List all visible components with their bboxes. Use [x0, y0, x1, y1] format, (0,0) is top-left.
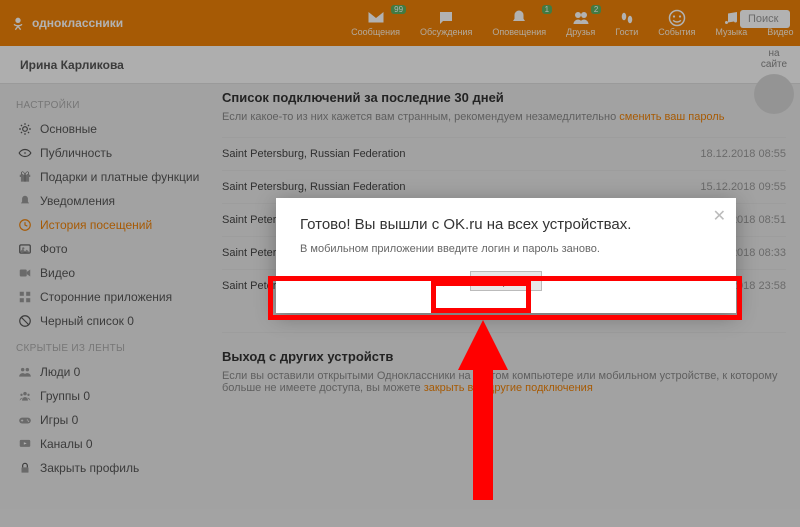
ban-icon [18, 314, 32, 328]
connections-hint: Если какое-то из них кажется вам странны… [222, 111, 786, 123]
message-icon [367, 9, 385, 27]
friends-icon [572, 9, 590, 27]
sidebar-item-label: Подарки и платные функции [40, 170, 199, 184]
sidebar-item-ban[interactable]: Черный список 0 [14, 309, 204, 333]
group-icon [18, 389, 32, 403]
sidebar-item-lock[interactable]: Закрыть профиль [14, 456, 204, 480]
badge: 99 [391, 5, 406, 14]
sidebar-heading-hidden: СКРЫТЫЕ ИЗ ЛЕНТЫ [16, 343, 204, 354]
topbar: одноклассники 99Сообщения Обсуждения 1Оп… [0, 0, 800, 46]
sidebar-item-group[interactable]: Группы 0 [14, 384, 204, 408]
app-icon [18, 290, 32, 304]
nav-discuss[interactable]: Обсуждения [420, 9, 472, 37]
nav-icons: 99Сообщения Обсуждения 1Оповещения 2Друз… [351, 9, 793, 37]
photo-icon [18, 242, 32, 256]
nav-notif[interactable]: 1Оповещения [492, 9, 546, 37]
sidebar-item-label: Основные [40, 122, 97, 136]
submenu: Ирина Карликова [0, 46, 800, 84]
avatar[interactable] [754, 74, 794, 114]
sidebar-item-label: Видео [40, 266, 75, 280]
sidebar-item-bell[interactable]: Уведомления [14, 189, 204, 213]
sidebar-item-label: Сторонние приложения [40, 290, 172, 304]
session-row: Saint Petersburg, Russian Federation 18.1… [222, 137, 786, 170]
sidebar-item-video[interactable]: Видео [14, 261, 204, 285]
sidebar-item-game[interactable]: Игры 0 [14, 408, 204, 432]
sidebar-item-label: Люди 0 [40, 365, 80, 379]
close-icon[interactable]: ✕ [713, 206, 726, 226]
history-icon [18, 218, 32, 232]
lock-icon [18, 461, 32, 475]
modal-title: Готово! Вы вышли с OK.ru на всех устройс… [300, 216, 712, 233]
sidebar-item-label: Закрыть профиль [40, 461, 139, 475]
bell-icon [18, 194, 32, 208]
connections-title: Список подключений за последние 30 дней [222, 90, 786, 105]
brand[interactable]: одноклассники [10, 15, 123, 31]
brand-label: одноклассники [32, 16, 123, 30]
sidebar-item-label: Публичность [40, 146, 112, 160]
sidebar-item-gift[interactable]: Подарки и платные функции [14, 165, 204, 189]
footprints-icon [618, 9, 636, 27]
right-label: на сайте [754, 48, 794, 70]
sidebar-item-label: Группы 0 [40, 389, 90, 403]
sidebar-item-app[interactable]: Сторонние приложения [14, 285, 204, 309]
channel-icon [18, 437, 32, 451]
session-timestamp: 18.12.2018 08:55 [700, 148, 786, 160]
sidebar-item-people[interactable]: Люди 0 [14, 360, 204, 384]
sidebar-item-label: Игры 0 [40, 413, 78, 427]
sidebar: НАСТРОЙКИ Основные Публичность Подарки и п… [14, 90, 204, 480]
sidebar-item-channel[interactable]: Каналы 0 [14, 432, 204, 456]
chat-icon [437, 9, 455, 27]
ok-logo-icon [10, 15, 26, 31]
modal-text: В мобильном приложении введите логин и п… [300, 243, 712, 255]
sidebar-item-label: Фото [40, 242, 68, 256]
nav-events[interactable]: События [658, 9, 695, 37]
badge: 2 [591, 5, 601, 14]
badge: 1 [542, 5, 552, 14]
user-name[interactable]: Ирина Карликова [20, 58, 124, 72]
search-input[interactable]: Поиск [740, 10, 790, 28]
nav-friends[interactable]: 2Друзья [566, 9, 595, 37]
eye-icon [18, 146, 32, 160]
gear-icon [18, 122, 32, 136]
close-button[interactable]: Закрыть [470, 271, 542, 291]
people-icon [18, 365, 32, 379]
session-timestamp: 15.12.2018 09:55 [700, 181, 786, 193]
sidebar-heading-settings: НАСТРОЙКИ [16, 100, 204, 111]
sidebar-item-history[interactable]: История посещений [14, 213, 204, 237]
modal-logout-success: ✕ Готово! Вы вышли с OK.ru на всех устро… [276, 198, 736, 313]
other-exit-title: Выход с других устройств [222, 349, 786, 364]
sidebar-item-label: Каналы 0 [40, 437, 93, 451]
session-location: Saint Petersburg, Russian Federation [222, 148, 405, 160]
video-icon [18, 266, 32, 280]
gift-icon [18, 170, 32, 184]
bell-icon [510, 9, 528, 27]
sidebar-item-label: История посещений [40, 218, 152, 232]
sidebar-item-photo[interactable]: Фото [14, 237, 204, 261]
change-password-link[interactable]: сменить ваш пароль [619, 111, 724, 123]
session-location: Saint Petersburg, Russian Federation [222, 181, 405, 193]
sidebar-item-eye[interactable]: Публичность [14, 141, 204, 165]
sidebar-item-label: Черный список 0 [40, 314, 134, 328]
music-icon [722, 9, 740, 27]
nav-messages[interactable]: 99Сообщения [351, 9, 400, 37]
other-exit-text: Если вы оставили открытыми Одноклассники… [222, 370, 786, 394]
sidebar-item-gear[interactable]: Основные [14, 117, 204, 141]
game-icon [18, 413, 32, 427]
sidebar-item-label: Уведомления [40, 194, 115, 208]
nav-guests[interactable]: Гости [615, 9, 638, 37]
other-exit-section: Выход с других устройств Если вы оставил… [222, 332, 786, 394]
smile-icon [668, 9, 686, 27]
close-all-link[interactable]: закрыть все другие подключения [424, 382, 593, 394]
